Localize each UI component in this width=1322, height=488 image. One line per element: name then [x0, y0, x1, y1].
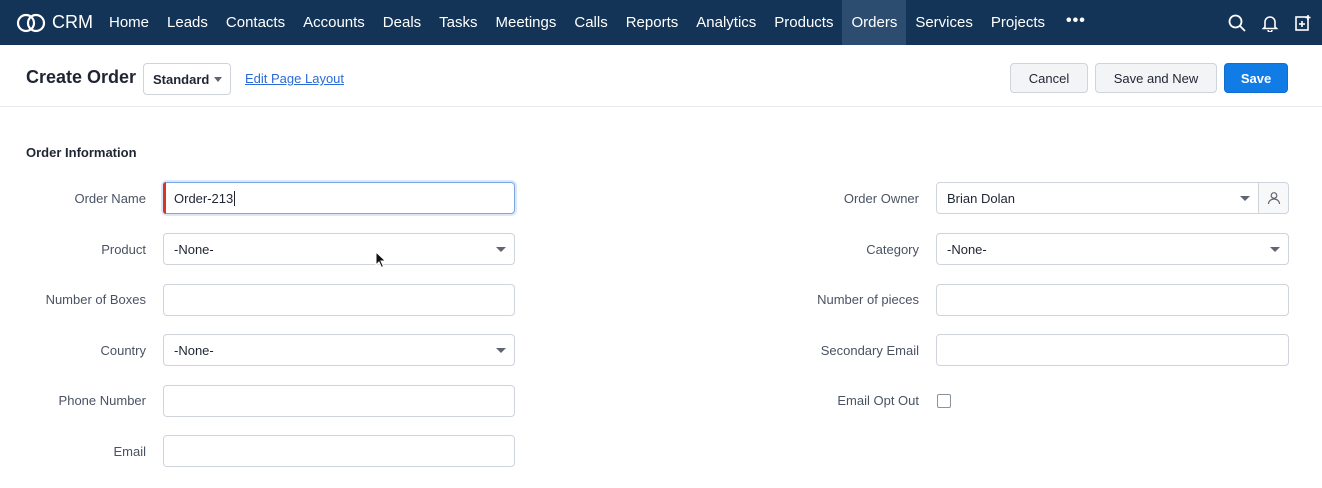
- mouse-pointer-icon: [375, 251, 387, 269]
- order-owner-label: Order Owner: [843, 191, 919, 206]
- layout-select-value: Standard: [153, 71, 210, 87]
- nav-item-analytics[interactable]: Analytics: [687, 0, 765, 45]
- bell-icon[interactable]: [1260, 13, 1279, 32]
- nav-item-accounts[interactable]: Accounts: [294, 0, 374, 45]
- nav-item-home[interactable]: Home: [100, 0, 158, 45]
- order-name-label: Order Name: [74, 191, 146, 206]
- email-input[interactable]: [163, 435, 515, 467]
- product-select[interactable]: -None-: [163, 233, 515, 265]
- layout-select[interactable]: Standard: [143, 63, 231, 95]
- top-navigation: CRM Home Leads Contacts Accounts Deals T…: [0, 0, 1322, 45]
- secondary-email-label: Secondary Email: [820, 343, 919, 358]
- nav-utilities: [1227, 0, 1312, 45]
- edit-page-layout-link[interactable]: Edit Page Layout: [245, 71, 344, 86]
- product-value: -None-: [174, 241, 214, 257]
- search-icon[interactable]: [1227, 13, 1246, 32]
- category-value: -None-: [947, 241, 987, 257]
- more-modules-icon[interactable]: •••: [1054, 0, 1098, 45]
- product-label: Product: [101, 242, 146, 257]
- email-label: Email: [113, 444, 146, 459]
- user-lookup-icon[interactable]: [1258, 183, 1288, 213]
- nav-item-meetings[interactable]: Meetings: [487, 0, 566, 45]
- chevron-down-icon: [1240, 196, 1250, 201]
- nav-item-reports[interactable]: Reports: [617, 0, 688, 45]
- mandatory-indicator: [163, 182, 166, 214]
- nav-item-deals[interactable]: Deals: [374, 0, 430, 45]
- number-of-boxes-input[interactable]: [163, 284, 515, 316]
- nav-item-services[interactable]: Services: [906, 0, 982, 45]
- save-and-new-button[interactable]: Save and New: [1095, 63, 1217, 93]
- number-of-pieces-label: Number of pieces: [817, 292, 919, 307]
- nav-item-leads[interactable]: Leads: [158, 0, 217, 45]
- email-opt-out-checkbox[interactable]: [937, 394, 951, 408]
- text-cursor: [234, 190, 236, 206]
- phone-number-input[interactable]: [163, 385, 515, 417]
- email-opt-out-label: Email Opt Out: [837, 393, 919, 408]
- nav-item-orders[interactable]: Orders: [842, 0, 907, 45]
- crm-logo-icon: [16, 13, 46, 32]
- chevron-down-icon: [214, 77, 222, 82]
- page-header: Create Order Standard Edit Page Layout C…: [0, 45, 1322, 107]
- country-select[interactable]: -None-: [163, 334, 515, 366]
- chevron-down-icon: [496, 348, 506, 353]
- category-label: Category: [866, 242, 919, 257]
- country-label: Country: [100, 343, 146, 358]
- nav-item-tasks[interactable]: Tasks: [430, 0, 486, 45]
- category-select[interactable]: -None-: [936, 233, 1289, 265]
- cancel-button[interactable]: Cancel: [1010, 63, 1088, 93]
- nav-item-products[interactable]: Products: [765, 0, 842, 45]
- secondary-email-input[interactable]: [936, 334, 1289, 366]
- order-name-input[interactable]: Order-213: [163, 182, 515, 214]
- number-of-pieces-input[interactable]: [936, 284, 1289, 316]
- nav-item-contacts[interactable]: Contacts: [217, 0, 294, 45]
- nav-item-projects[interactable]: Projects: [982, 0, 1054, 45]
- page-title: Create Order: [26, 67, 137, 87]
- nav-item-calls[interactable]: Calls: [565, 0, 616, 45]
- app-name: CRM: [52, 12, 93, 32]
- phone-number-label: Phone Number: [58, 393, 146, 408]
- order-owner-select[interactable]: Brian Dolan: [936, 182, 1289, 214]
- chevron-down-icon: [496, 247, 506, 252]
- section-title: Order Information: [26, 145, 137, 160]
- save-button[interactable]: Save: [1224, 63, 1288, 93]
- crm-logo[interactable]: CRM: [0, 0, 93, 45]
- number-of-boxes-label: Number of Boxes: [45, 292, 146, 307]
- country-value: -None-: [174, 342, 214, 358]
- order-owner-value: Brian Dolan: [947, 190, 1015, 206]
- chevron-down-icon: [1270, 247, 1280, 252]
- nav-items: Home Leads Contacts Accounts Deals Tasks…: [100, 0, 1098, 45]
- add-note-icon[interactable]: [1293, 13, 1312, 32]
- order-name-value: Order-213: [174, 190, 234, 206]
